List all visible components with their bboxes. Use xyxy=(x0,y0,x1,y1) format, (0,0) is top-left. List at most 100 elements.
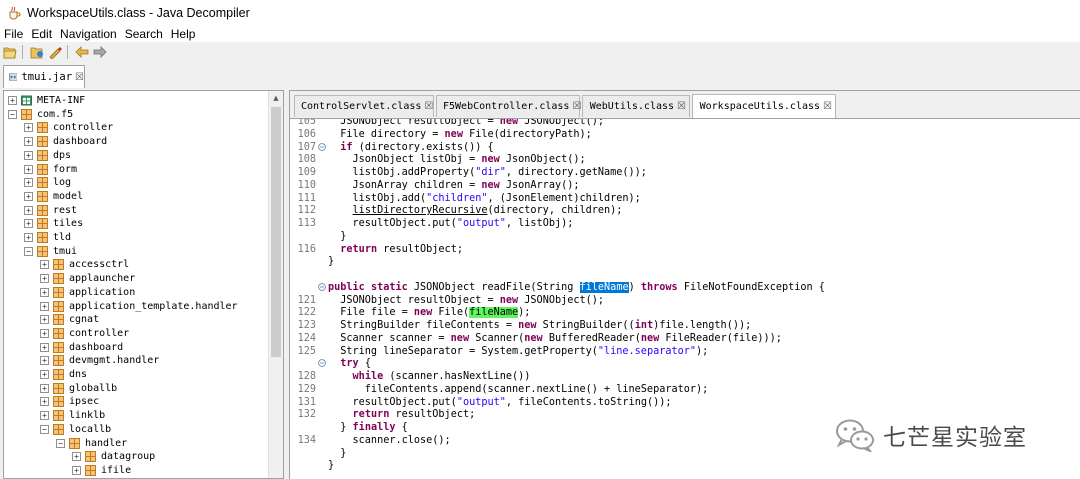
code-line: } xyxy=(290,255,1080,268)
expand-icon[interactable]: + xyxy=(24,164,33,174)
folder-icon xyxy=(21,95,32,106)
tree-item[interactable]: − handler xyxy=(56,437,127,450)
line-number: 132 xyxy=(297,409,316,421)
tab-label: ControlServlet.class xyxy=(301,101,422,112)
tree-item-label: handler xyxy=(85,437,128,449)
close-icon[interactable]: ☒ xyxy=(75,72,84,83)
expand-icon[interactable]: + xyxy=(24,233,33,242)
tree-item[interactable]: + controller xyxy=(24,121,113,134)
expand-icon[interactable]: + xyxy=(40,411,49,421)
close-icon[interactable]: ☒ xyxy=(823,101,832,112)
close-icon[interactable]: ☒ xyxy=(677,101,686,112)
expand-icon[interactable]: + xyxy=(40,370,49,379)
scroll-thumb[interactable] xyxy=(271,107,281,357)
tree-item[interactable]: + model xyxy=(24,190,83,203)
tab-workspaceutils[interactable]: c WorkspaceUtils.class ☒ xyxy=(692,94,836,118)
menu-navigation[interactable]: Navigation xyxy=(56,27,121,41)
expand-icon[interactable]: + xyxy=(24,219,33,229)
close-icon[interactable]: ☒ xyxy=(424,101,433,112)
scroll-up-icon[interactable]: ▲ xyxy=(269,91,283,105)
expand-icon[interactable]: + xyxy=(24,205,33,215)
expand-icon[interactable]: + xyxy=(72,452,81,462)
tree-item[interactable]: + application xyxy=(40,286,135,299)
tree-item[interactable]: + accessctrl xyxy=(40,258,129,271)
tree-item[interactable]: + ipsec xyxy=(40,395,99,408)
expand-icon[interactable]: + xyxy=(40,274,49,284)
tree-item[interactable]: + dashboard xyxy=(40,341,123,354)
expand-icon[interactable]: + xyxy=(40,260,49,270)
tree-item[interactable]: + tiles xyxy=(24,217,83,230)
close-icon[interactable]: ☒ xyxy=(572,101,581,112)
fold-icon[interactable] xyxy=(318,359,326,368)
code-text: File file = new File(fileName); xyxy=(328,307,531,319)
tree-item[interactable]: + dps xyxy=(24,149,71,162)
collapse-icon[interactable]: − xyxy=(40,424,49,434)
collapse-icon[interactable]: − xyxy=(24,246,33,256)
collapse-icon[interactable]: − xyxy=(8,109,17,119)
expand-icon[interactable]: + xyxy=(40,301,49,311)
expand-icon[interactable]: + xyxy=(40,342,49,352)
tree-scrollbar[interactable]: ▲ xyxy=(268,91,283,478)
tree-item-label: applauncher xyxy=(69,273,136,285)
menu-help[interactable]: Help xyxy=(167,27,200,41)
tree-item[interactable]: + dns xyxy=(40,368,87,381)
tree-item[interactable]: − tmui xyxy=(24,245,77,258)
package-icon xyxy=(53,369,64,380)
tree-item[interactable]: + log xyxy=(24,176,71,189)
tree-item[interactable]: + globallb xyxy=(40,382,117,395)
tree-item-label: dashboard xyxy=(53,136,108,148)
tab-webutils[interactable]: c WebUtils.class ☒ xyxy=(582,95,690,117)
collapse-icon[interactable]: − xyxy=(56,438,65,448)
forward-icon[interactable] xyxy=(92,44,108,60)
tree-item[interactable]: + linklb xyxy=(40,409,105,422)
expand-icon[interactable]: + xyxy=(40,383,49,393)
tree-item[interactable]: + application_template.handler xyxy=(40,300,238,313)
code-line: 113 resultObject.put("output", listObj); xyxy=(290,217,1080,230)
tree-item[interactable]: + form xyxy=(24,163,77,176)
tree-item[interactable]: + cgnat xyxy=(40,313,99,326)
tab-controlservlet[interactable]: c ControlServlet.class ☒ xyxy=(294,95,434,117)
tree-item-label: devmgmt.handler xyxy=(69,355,160,367)
expand-icon[interactable]: + xyxy=(24,137,33,147)
tree-item[interactable]: + applauncher xyxy=(40,272,135,285)
tree-item[interactable]: + META-INF xyxy=(8,94,85,107)
expand-icon[interactable]: + xyxy=(72,465,81,475)
expand-icon[interactable]: + xyxy=(40,328,49,338)
expand-icon[interactable]: + xyxy=(24,123,33,133)
tab-f5webcontroller[interactable]: c F5WebController.class ☒ xyxy=(436,95,581,117)
open-file-icon[interactable] xyxy=(2,44,18,60)
fold-icon[interactable] xyxy=(318,142,326,151)
expand-icon[interactable]: + xyxy=(40,397,49,407)
expand-icon[interactable]: + xyxy=(24,191,33,201)
code-line: 122 File file = new File(fileName); xyxy=(290,306,1080,319)
tree-item[interactable]: + tld xyxy=(24,231,71,244)
package-icon xyxy=(53,410,64,422)
expand-icon[interactable]: + xyxy=(8,96,17,105)
tab-tmui-jar[interactable]: tmui.jar ☒ xyxy=(3,65,85,88)
expand-icon[interactable]: + xyxy=(24,150,33,160)
menu-edit[interactable]: Edit xyxy=(27,27,56,41)
tree-item[interactable]: − com.f5 xyxy=(8,108,73,121)
tab-label: tmui.jar xyxy=(21,71,73,83)
expand-icon[interactable]: + xyxy=(40,315,49,325)
tree-item-label: tiles xyxy=(53,218,84,230)
tree-item[interactable]: + ifile xyxy=(72,464,131,477)
expand-icon[interactable]: + xyxy=(40,356,49,366)
menu-search[interactable]: Search xyxy=(121,27,167,41)
package-icon xyxy=(37,232,48,243)
tree-item[interactable]: + datagroup xyxy=(72,450,155,463)
tree-item[interactable]: + controller xyxy=(40,327,129,340)
tree-item[interactable]: + dashboard xyxy=(24,135,107,148)
open-type-hierarchy-icon[interactable] xyxy=(47,44,63,60)
expand-icon[interactable]: + xyxy=(40,287,49,297)
tree-item-label: log xyxy=(53,177,72,189)
code-text: String lineSeparator = System.getPropert… xyxy=(328,345,709,357)
menu-file[interactable]: File xyxy=(0,27,27,41)
open-type-icon[interactable] xyxy=(29,44,45,60)
tree-item[interactable]: + devmgmt.handler xyxy=(40,354,159,367)
tree-item[interactable]: + rest xyxy=(24,204,77,217)
tree-item[interactable]: − locallb xyxy=(40,423,111,436)
back-icon[interactable] xyxy=(74,44,90,60)
fold-icon[interactable] xyxy=(318,282,326,291)
expand-icon[interactable]: + xyxy=(24,178,33,188)
